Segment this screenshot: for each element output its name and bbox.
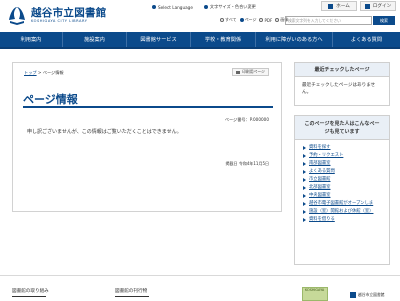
breadcrumb-home-link[interactable]: トップ (24, 70, 37, 75)
related-pages-heading: このページを見た人はこんなペー ジも見ています (295, 116, 389, 140)
arrow-icon (303, 154, 306, 158)
arrow-icon (303, 186, 306, 190)
text-size-color-label: 文字サイズ・色合い変更 (209, 4, 256, 9)
scope-pdf-radio[interactable]: PDF (259, 18, 272, 23)
home-button[interactable]: ホーム (321, 1, 357, 11)
breadcrumb: トップ > ページ情報 (24, 70, 64, 76)
related-link[interactable]: 南部図書室 (303, 160, 389, 168)
arrow-icon (303, 218, 306, 222)
printer-icon (236, 70, 241, 74)
related-link[interactable]: 施設（室）開館および休館（室） (303, 208, 389, 216)
related-links: 資料を探す 予約・リクエスト 南部図書室 よくある質問 市立図書館 北部図書室 … (295, 140, 389, 224)
select-language-link[interactable]: Select Language (150, 3, 195, 11)
select-language-label: Select Language (158, 4, 193, 10)
library-logo-icon (9, 7, 25, 25)
related-link[interactable]: 中央図書室 (303, 192, 389, 200)
logo-title: 越谷市立図書館 (31, 6, 107, 19)
footer-banner[interactable]: KOSHIGAYA (302, 287, 328, 301)
login-button[interactable]: ログイン (360, 1, 396, 11)
arrow-icon (303, 178, 306, 182)
text-size-icon (203, 5, 208, 9)
unavailable-message: 申し訳ございませんが、この情報はご覧いただくことはできません。 (27, 129, 182, 135)
text-size-color-link[interactable]: 文字サイズ・色合い変更 (202, 3, 258, 11)
library-logo-icon (350, 292, 356, 298)
related-link[interactable]: 越谷市電子図書館がオープンしま (303, 200, 389, 208)
arrow-icon (303, 202, 306, 206)
recent-pages-box: 最近チェックしたページ 最近チェックしたページはありません。 (294, 62, 390, 106)
nav-facility-guide[interactable]: 施設案内 (63, 32, 127, 47)
main-content: トップ > ページ情報 印刷用ページ ページ情報 ページ番号：P.000000 … (12, 62, 282, 212)
recent-pages-heading: 最近チェックしたページ (295, 63, 389, 77)
breadcrumb-current: ページ情報 (42, 70, 64, 75)
site-footer: 図書館の取り組み 図書館の刊行物 KOSHIGAYA 越谷市立図書館 (0, 275, 400, 301)
nav-faq[interactable]: よくある質問 (333, 32, 400, 47)
home-button-label: ホーム (336, 4, 350, 9)
search-button[interactable]: 検索 (373, 16, 395, 25)
print-page-button[interactable]: 印刷用ページ (232, 68, 269, 76)
nav-accessibility[interactable]: 利用に障がいのある方へ (256, 32, 333, 47)
logo-subtitle: KOSHIGAYA CITY LIBRARY (31, 18, 88, 23)
footer-initiatives-link[interactable]: 図書館の取り組み (12, 288, 49, 297)
recent-pages-body: 最近チェックしたページはありません。 (302, 83, 376, 95)
globe-icon (152, 5, 156, 9)
arrow-icon (303, 194, 306, 198)
site-logo[interactable]: 越谷市立図書館 KOSHIGAYA CITY LIBRARY (6, 4, 107, 26)
search-input[interactable]: 検索文字列を入力してください (285, 16, 372, 25)
nav-usage-guide[interactable]: 利用案内 (0, 32, 63, 47)
scope-page-radio[interactable]: ページ (239, 17, 256, 23)
page-number: ページ番号：P.000000 (224, 117, 269, 122)
arrow-icon (303, 162, 306, 166)
page-title: ページ情報 (23, 93, 78, 106)
print-label: 印刷用ページ (242, 69, 265, 74)
login-button-label: ログイン (372, 4, 392, 9)
arrow-icon (303, 170, 306, 174)
nav-library-services[interactable]: 図書館サービス (127, 32, 191, 47)
footer-logo: 越谷市立図書館 (350, 292, 385, 298)
footer-publications-link[interactable]: 図書館の刊行物 (115, 288, 149, 297)
title-underline (23, 106, 273, 108)
site-header: 越谷市立図書館 KOSHIGAYA CITY LIBRARY Select La… (0, 0, 400, 32)
scope-all-radio[interactable]: すべて (220, 17, 237, 23)
related-link[interactable]: 北部図書室 (303, 184, 389, 192)
related-link[interactable]: よくある質問 (303, 168, 389, 176)
global-nav: 利用案内 施設案内 図書館サービス 学校・教育関係 利用に障がいのある方へ よく… (0, 32, 400, 49)
related-link[interactable]: 資料を借りる (303, 216, 389, 224)
home-icon (328, 3, 334, 9)
updated-date: 掲載日 令和4年11月5日 (225, 161, 269, 166)
nav-school-education[interactable]: 学校・教育関係 (191, 32, 256, 47)
login-icon (364, 3, 370, 9)
related-link[interactable]: 資料を探す (303, 144, 389, 152)
related-link[interactable]: 市立図書館 (303, 176, 389, 184)
related-pages-box: このページを見た人はこんなペー ジも見ています 資料を探す 予約・リクエスト 南… (294, 115, 390, 265)
related-link[interactable]: 予約・リクエスト (303, 152, 389, 160)
search-scope-options: すべて ページ PDF 画像 (220, 17, 288, 23)
arrow-icon (303, 146, 306, 150)
arrow-icon (303, 210, 306, 214)
